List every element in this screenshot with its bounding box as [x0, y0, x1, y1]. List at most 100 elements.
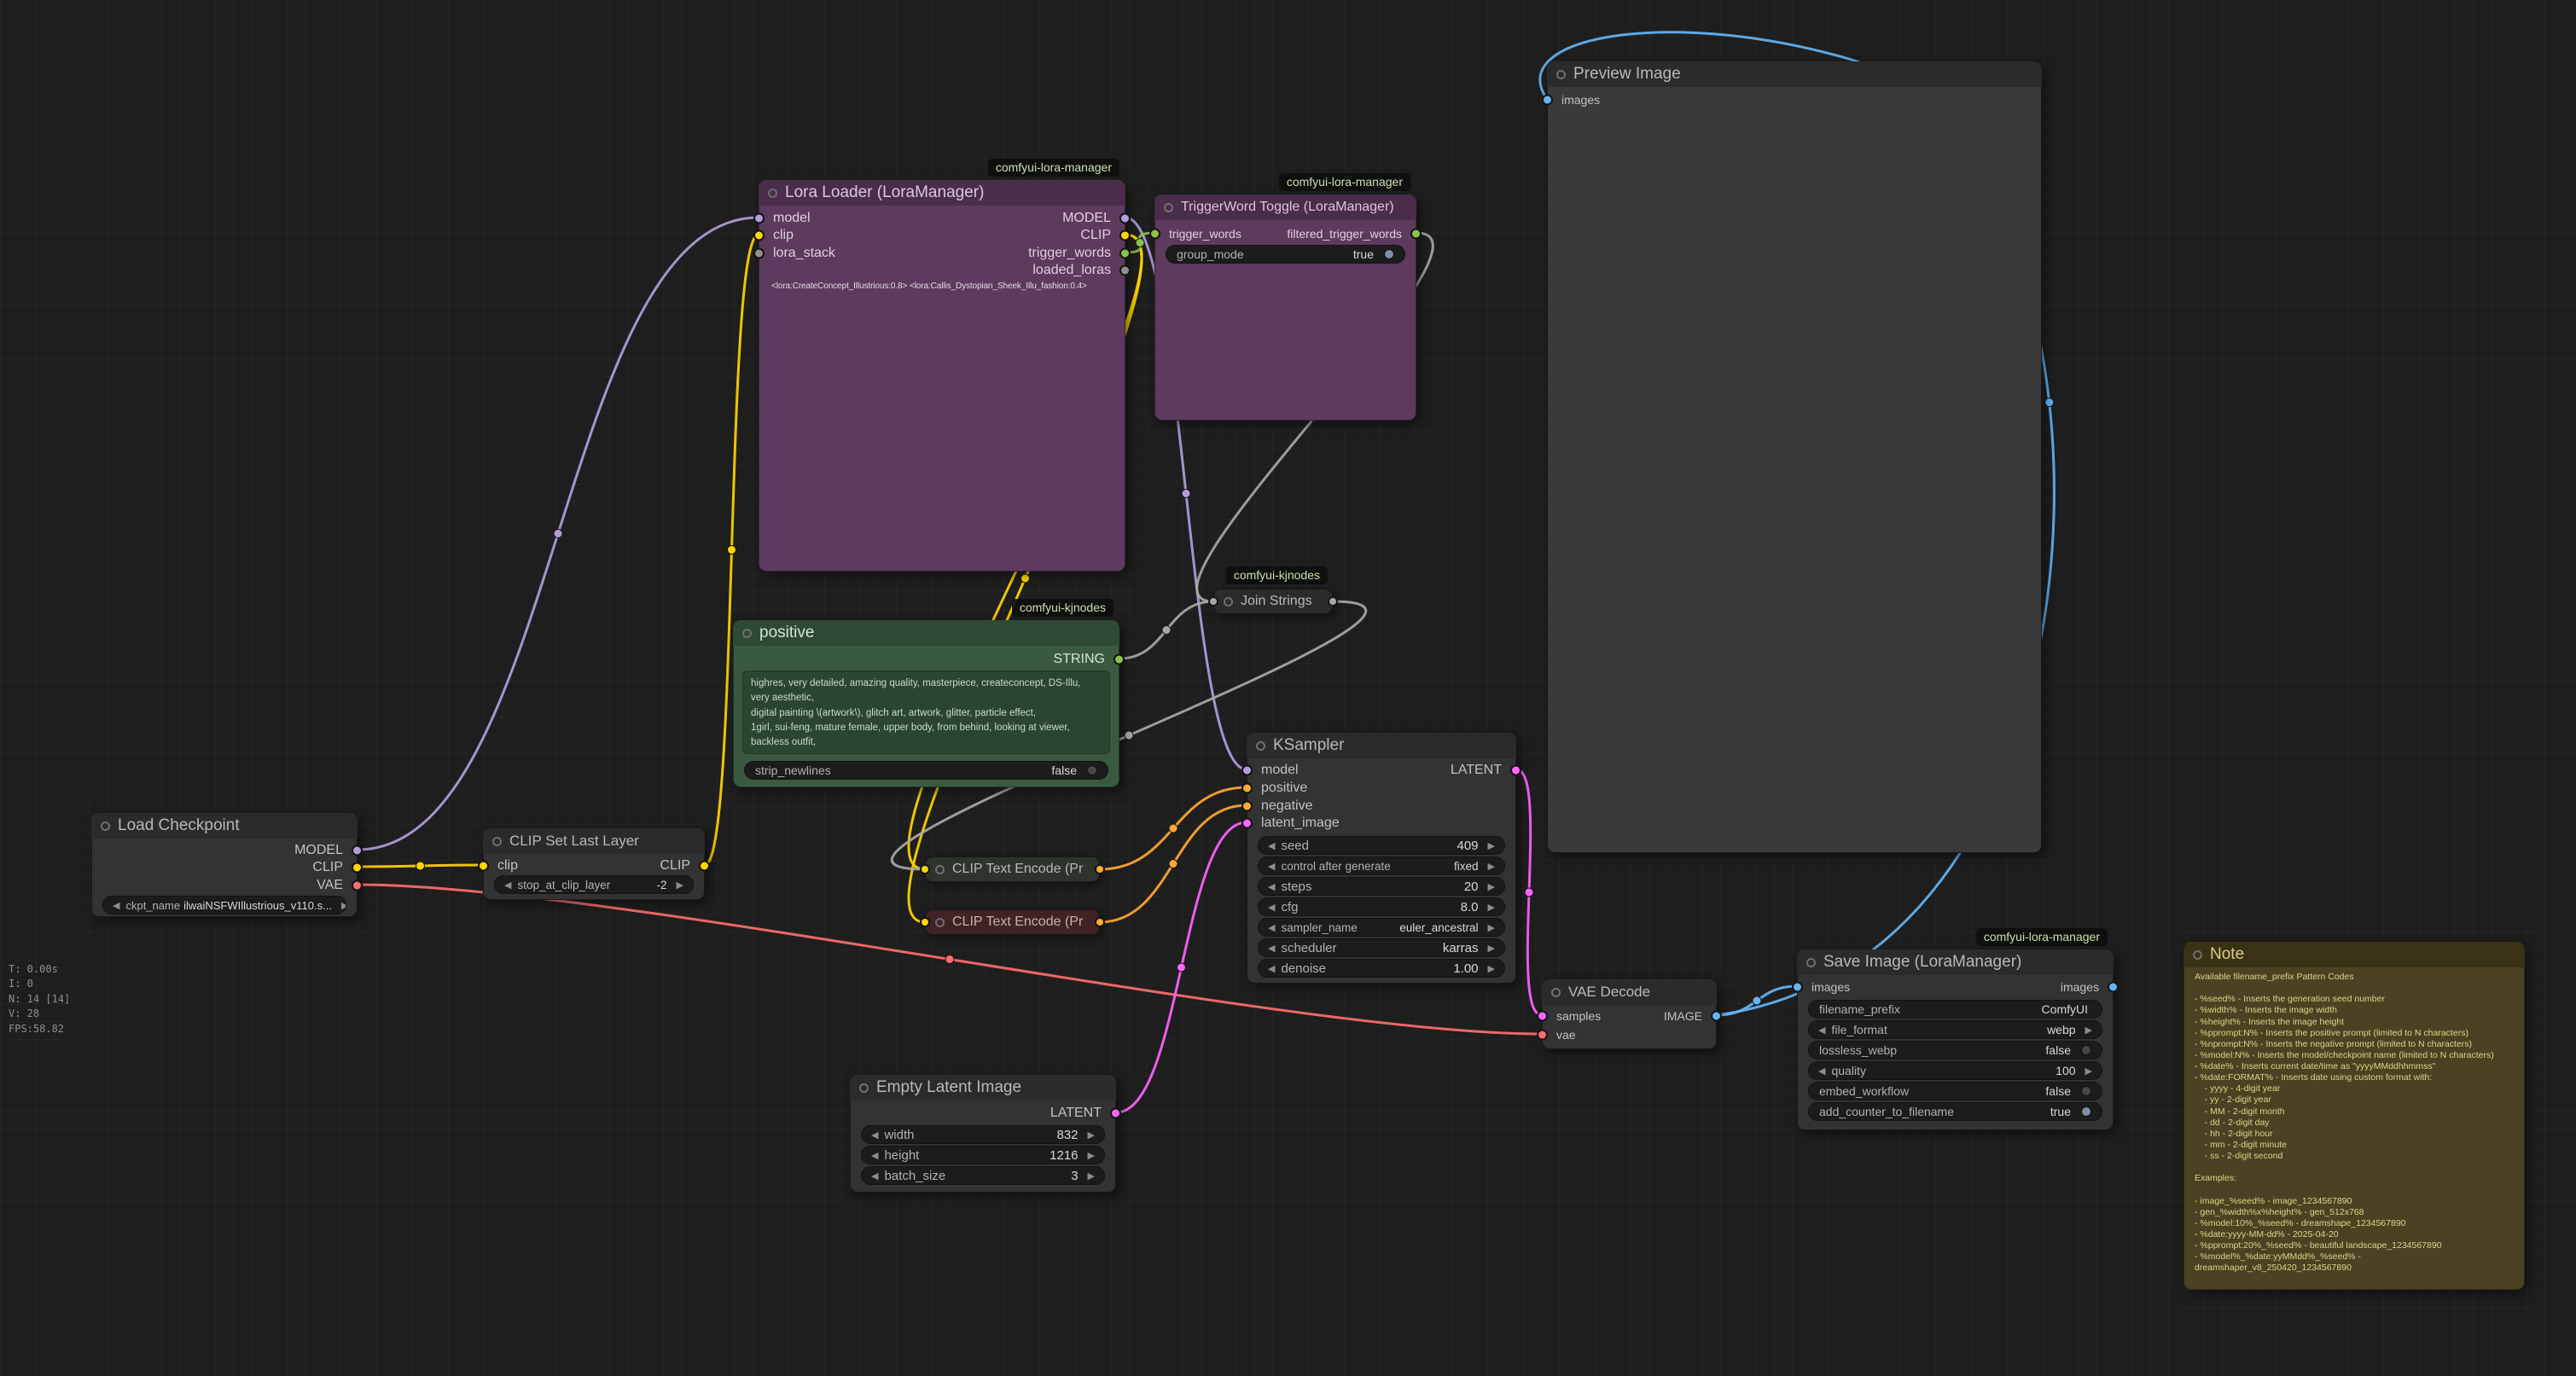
collapsed-input-dot[interactable] [920, 864, 930, 874]
node-title-bar[interactable]: Preview Image [1547, 61, 2042, 87]
prev-arrow-icon[interactable]: ◀ [1262, 902, 1281, 913]
next-arrow-icon[interactable]: ▶ [335, 900, 346, 911]
collapse-dot-icon[interactable] [1556, 70, 1566, 79]
prev-arrow-icon[interactable]: ◀ [1262, 861, 1281, 872]
vae-port-dot[interactable] [1537, 1030, 1548, 1041]
node-title-bar[interactable]: CLIP Text Encode (Pr [925, 909, 1100, 935]
filtered-trigger-words-port-dot[interactable] [1410, 229, 1422, 240]
prev-arrow-icon[interactable]: ◀ [498, 880, 517, 891]
node-vae-decode[interactable]: VAE Decode samples vae IMAGE [1542, 979, 1717, 1049]
vae-port-dot[interactable] [352, 880, 363, 891]
widget-cfg[interactable]: ◀ cfg 8.0 ▶ [1258, 897, 1505, 916]
node-lora-loader[interactable]: comfyui-lora-manager Lora Loader (LoraMa… [759, 180, 1125, 572]
node-title-bar[interactable]: Join Strings [1213, 589, 1333, 614]
node-empty-latent-image[interactable]: Empty Latent Image LATENT ◀ width 832 ▶ … [850, 1075, 1116, 1193]
collapsed-output-dot[interactable] [1095, 917, 1105, 927]
collapsed-input-dot[interactable] [920, 917, 930, 927]
node-title-bar[interactable]: CLIP Text Encode (Pr [925, 856, 1100, 882]
node-title-bar[interactable]: Empty Latent Image [850, 1075, 1116, 1100]
node-note[interactable]: Note Available filename_prefix Pattern C… [2183, 942, 2525, 1290]
clip-port-dot[interactable] [699, 861, 710, 872]
node-save-image[interactable]: comfyui-lora-manager Save Image (LoraMan… [1797, 949, 2114, 1130]
toggle-dot[interactable] [1384, 249, 1394, 259]
prev-arrow-icon[interactable]: ◀ [107, 900, 125, 911]
collapsed-input-dot[interactable] [1208, 596, 1218, 607]
collapse-dot-icon[interactable] [101, 822, 110, 831]
next-arrow-icon[interactable]: ▶ [1482, 963, 1501, 974]
image-port-dot[interactable] [1711, 1011, 1722, 1022]
node-title-bar[interactable]: Save Image (LoraManager) [1797, 949, 2114, 975]
next-arrow-icon[interactable]: ▶ [1482, 881, 1501, 892]
widget-scheduler[interactable]: ◀ scheduler karras ▶ [1258, 938, 1505, 957]
model-port-dot[interactable] [352, 845, 363, 856]
collapse-dot-icon[interactable] [2193, 950, 2202, 960]
toggle-dot[interactable] [2081, 1106, 2091, 1117]
widget-ckpt-name[interactable]: ◀ ckpt_name ilwaiNSFWIllustrious_v110.s.… [102, 896, 346, 914]
node-preview-image[interactable]: Preview Image images [1547, 61, 2042, 853]
node-title-bar[interactable]: Load Checkpoint [91, 813, 358, 839]
loaded-loras-port-dot[interactable] [1119, 265, 1131, 276]
node-title-bar[interactable]: Note [2183, 942, 2525, 967]
widget-sampler-name[interactable]: ◀ sampler_name euler_ancestral ▶ [1258, 918, 1505, 937]
toggle-dot[interactable] [1087, 765, 1097, 775]
node-triggerword-toggle[interactable]: comfyui-lora-manager TriggerWord Toggle … [1154, 194, 1416, 421]
image-port-dot[interactable] [1542, 95, 1553, 106]
trigger-words-port-dot[interactable] [1119, 248, 1131, 259]
clip-port-dot[interactable] [1119, 230, 1131, 241]
prev-arrow-icon[interactable]: ◀ [865, 1129, 884, 1141]
node-title-bar[interactable]: CLIP Set Last Layer [483, 828, 705, 854]
widget-add-counter-to-filename[interactable]: add_counter_to_filename true [1808, 1102, 2102, 1121]
node-title-bar[interactable]: Lora Loader (LoraManager) [759, 180, 1125, 206]
collapse-dot-icon[interactable] [935, 865, 945, 874]
prev-arrow-icon[interactable]: ◀ [1812, 1025, 1831, 1036]
widget-group-mode[interactable]: group_mode true [1166, 245, 1405, 264]
next-arrow-icon[interactable]: ▶ [1082, 1150, 1101, 1161]
collapsed-output-dot[interactable] [1328, 596, 1338, 607]
widget-embed-workflow[interactable]: embed_workflow false [1808, 1082, 2102, 1100]
next-arrow-icon[interactable]: ▶ [1082, 1170, 1101, 1182]
conditioning-port-dot[interactable] [1241, 801, 1253, 812]
widget-batch-size[interactable]: ◀ batch_size 3 ▶ [861, 1166, 1105, 1185]
string-port-dot[interactable] [1114, 654, 1125, 665]
widget-strip-newlines[interactable]: strip_newlines false [744, 761, 1108, 780]
widget-denoise[interactable]: ◀ denoise 1.00 ▶ [1258, 959, 1505, 978]
prompt-textarea[interactable]: highres, very detailed, amazing quality,… [742, 671, 1110, 754]
toggle-dot[interactable] [2081, 1045, 2091, 1055]
next-arrow-icon[interactable]: ▶ [2079, 1065, 2098, 1077]
node-clip-text-encode-positive[interactable]: CLIP Text Encode (Pr [925, 856, 1100, 882]
collapse-dot-icon[interactable] [492, 837, 502, 846]
widget-stop-at-clip-layer[interactable]: ◀ stop_at_clip_layer -2 ▶ [494, 875, 694, 894]
widget-control-after-generate[interactable]: ◀ control after generate fixed ▶ [1258, 856, 1505, 875]
toggle-dot[interactable] [2081, 1086, 2091, 1096]
widget-quality[interactable]: ◀ quality 100 ▶ [1808, 1061, 2102, 1080]
widget-file-format[interactable]: ◀ file_format webp ▶ [1808, 1020, 2102, 1039]
next-arrow-icon[interactable]: ▶ [1482, 943, 1501, 954]
next-arrow-icon[interactable]: ▶ [1482, 861, 1501, 872]
next-arrow-icon[interactable]: ▶ [2079, 1025, 2098, 1036]
widget-width[interactable]: ◀ width 832 ▶ [861, 1125, 1105, 1144]
collapse-dot-icon[interactable] [742, 629, 752, 638]
conditioning-port-dot[interactable] [1241, 783, 1253, 794]
collapse-dot-icon[interactable] [1224, 597, 1233, 607]
collapse-dot-icon[interactable] [1551, 988, 1561, 997]
node-ksampler[interactable]: KSampler model positive negative latent_… [1247, 733, 1516, 984]
prev-arrow-icon[interactable]: ◀ [1812, 1065, 1831, 1077]
node-clip-set-last-layer[interactable]: CLIP Set Last Layer clip CLIP ◀ stop_at_… [483, 828, 705, 900]
collapse-dot-icon[interactable] [859, 1083, 869, 1093]
node-load-checkpoint[interactable]: Load Checkpoint MODEL CLIP VAE ◀ ckpt_na… [91, 813, 358, 917]
widget-filename-prefix[interactable]: filename_prefix ComfyUI [1808, 1000, 2102, 1019]
widget-height[interactable]: ◀ height 1216 ▶ [861, 1146, 1105, 1164]
prev-arrow-icon[interactable]: ◀ [1262, 943, 1281, 954]
clip-port-dot[interactable] [352, 862, 363, 874]
latent-port-dot[interactable] [1510, 765, 1521, 776]
prev-arrow-icon[interactable]: ◀ [865, 1170, 884, 1182]
node-title-bar[interactable]: TriggerWord Toggle (LoraManager) [1154, 194, 1416, 220]
node-positive-prompt[interactable]: comfyui-kjnodes positive STRING highres,… [733, 620, 1119, 787]
node-title-bar[interactable]: positive [733, 620, 1119, 646]
widget-seed[interactable]: ◀ seed 409 ▶ [1258, 836, 1505, 855]
collapse-dot-icon[interactable] [1164, 203, 1173, 212]
node-join-strings[interactable]: comfyui-kjnodes Join Strings [1213, 589, 1333, 614]
node-title-bar[interactable]: KSampler [1247, 733, 1516, 758]
widget-lossless-webp[interactable]: lossless_webp false [1808, 1041, 2102, 1060]
prev-arrow-icon[interactable]: ◀ [1262, 840, 1281, 851]
